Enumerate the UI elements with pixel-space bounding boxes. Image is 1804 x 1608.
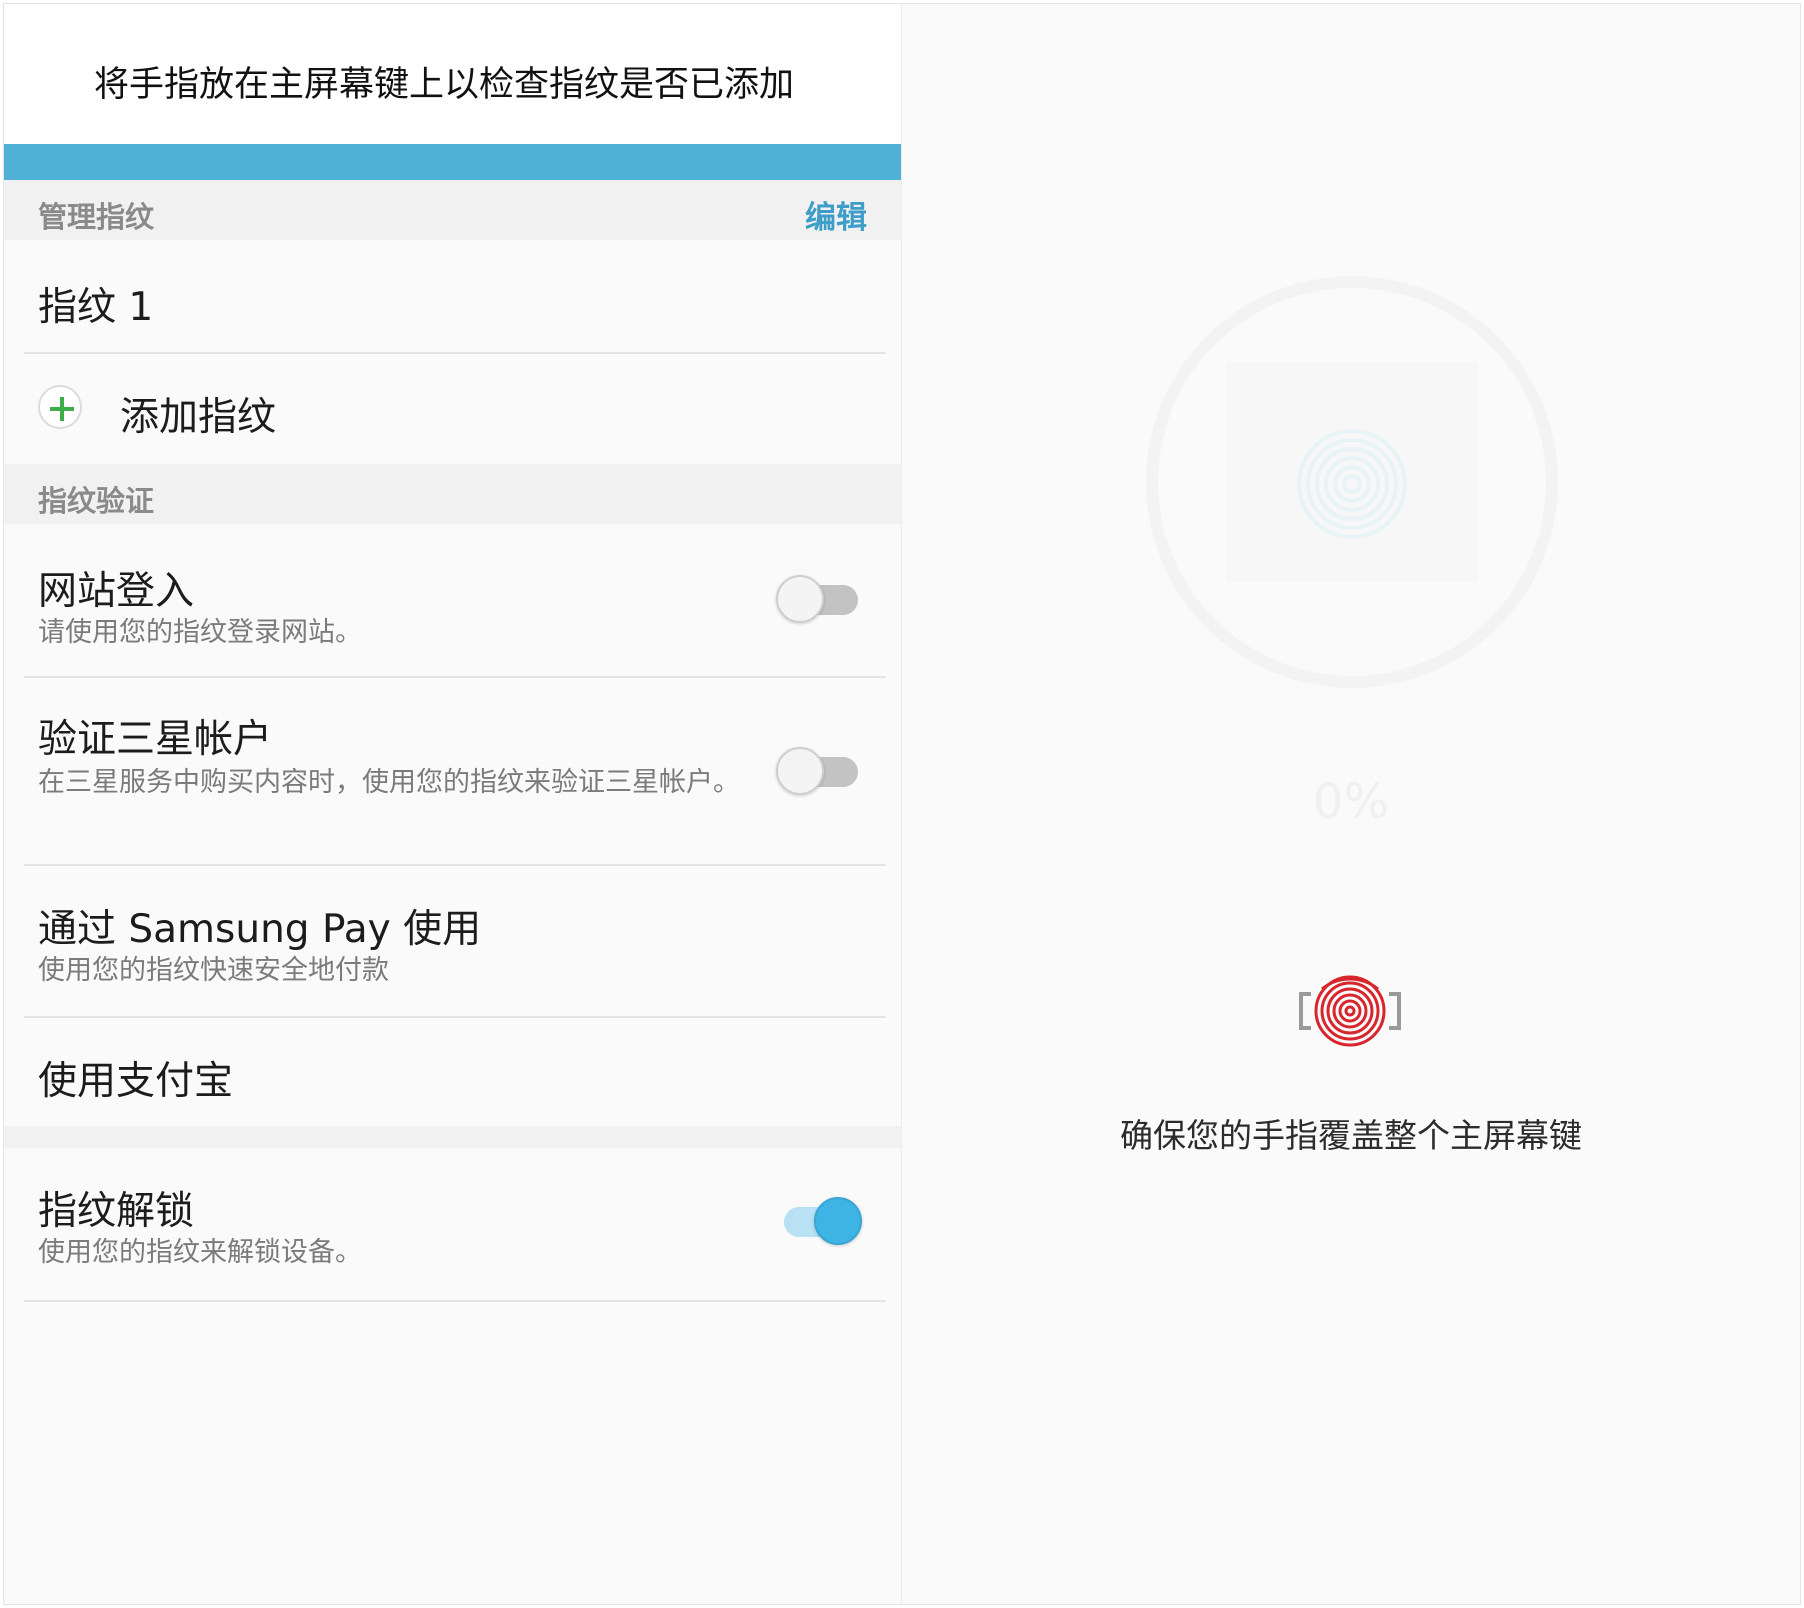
section-spacer	[4, 1126, 901, 1148]
fingerprint-scan-icon	[1295, 961, 1405, 1061]
toggle-knob	[814, 1197, 862, 1245]
fingerprint-item[interactable]: 指纹 1	[4, 240, 901, 352]
section-title-manage: 管理指纹	[38, 200, 155, 234]
samsung-account-title: 验证三星帐户	[38, 717, 273, 762]
progress-percent: 0%	[1312, 774, 1390, 830]
fingerprint-unlock-subtitle: 使用您的指纹来解锁设备。	[38, 1237, 362, 1268]
alipay-row[interactable]: 使用支付宝	[4, 1018, 901, 1126]
samsung-pay-row[interactable]: 通过 Samsung Pay 使用 使用您的指纹快速安全地付款	[4, 866, 901, 1016]
fingerprint-unlock-title: 指纹解锁	[38, 1189, 195, 1234]
fingerprint-registration-panel: 0% 确保您的手指覆盖整个主屏幕键	[902, 4, 1800, 1604]
edit-button[interactable]: 编辑	[805, 192, 867, 237]
fingerprint-unlock-row[interactable]: 指纹解锁 使用您的指纹来解锁设备。	[4, 1148, 901, 1300]
toggle-knob	[776, 575, 824, 623]
plus-icon	[38, 385, 82, 429]
progress-ring	[1142, 272, 1562, 692]
section-header-manage: 管理指纹 编辑	[4, 180, 901, 240]
fingerprint-unlock-toggle[interactable]	[776, 1194, 866, 1250]
samsung-account-toggle[interactable]	[776, 744, 866, 800]
add-fingerprint-button[interactable]: 添加指纹	[4, 354, 901, 464]
alipay-title: 使用支付宝	[38, 1059, 234, 1104]
section-title-verify: 指纹验证	[38, 484, 155, 518]
accent-bar	[4, 144, 901, 180]
toggle-knob	[776, 747, 824, 795]
web-signin-title: 网站登入	[38, 569, 195, 614]
divider	[24, 1300, 886, 1302]
fingerprint-settings-panel: 将手指放在主屏幕键上以检查指纹是否已添加 管理指纹 编辑 指纹 1 添加指纹 指…	[4, 4, 901, 1604]
fingerprint-item-label: 指纹 1	[38, 285, 154, 330]
add-fingerprint-label: 添加指纹	[120, 395, 277, 440]
samsung-account-subtitle: 在三星服务中购买内容时，使用您的指纹来验证三星帐户。	[38, 767, 740, 798]
hint-area: 将手指放在主屏幕键上以检查指纹是否已添加	[4, 4, 901, 144]
samsung-pay-subtitle: 使用您的指纹快速安全地付款	[38, 955, 389, 986]
hint-text: 将手指放在主屏幕键上以检查指纹是否已添加	[94, 65, 795, 105]
section-header-verify: 指纹验证	[4, 464, 901, 524]
web-signin-toggle[interactable]	[776, 572, 866, 628]
instruction-text: 确保您的手指覆盖整个主屏幕键	[1120, 1116, 1582, 1155]
web-signin-subtitle: 请使用您的指纹登录网站。	[38, 617, 362, 648]
web-signin-row[interactable]: 网站登入 请使用您的指纹登录网站。	[4, 524, 901, 676]
samsung-account-row[interactable]: 验证三星帐户 在三星服务中购买内容时，使用您的指纹来验证三星帐户。	[4, 678, 901, 864]
samsung-pay-title: 通过 Samsung Pay 使用	[38, 907, 482, 952]
